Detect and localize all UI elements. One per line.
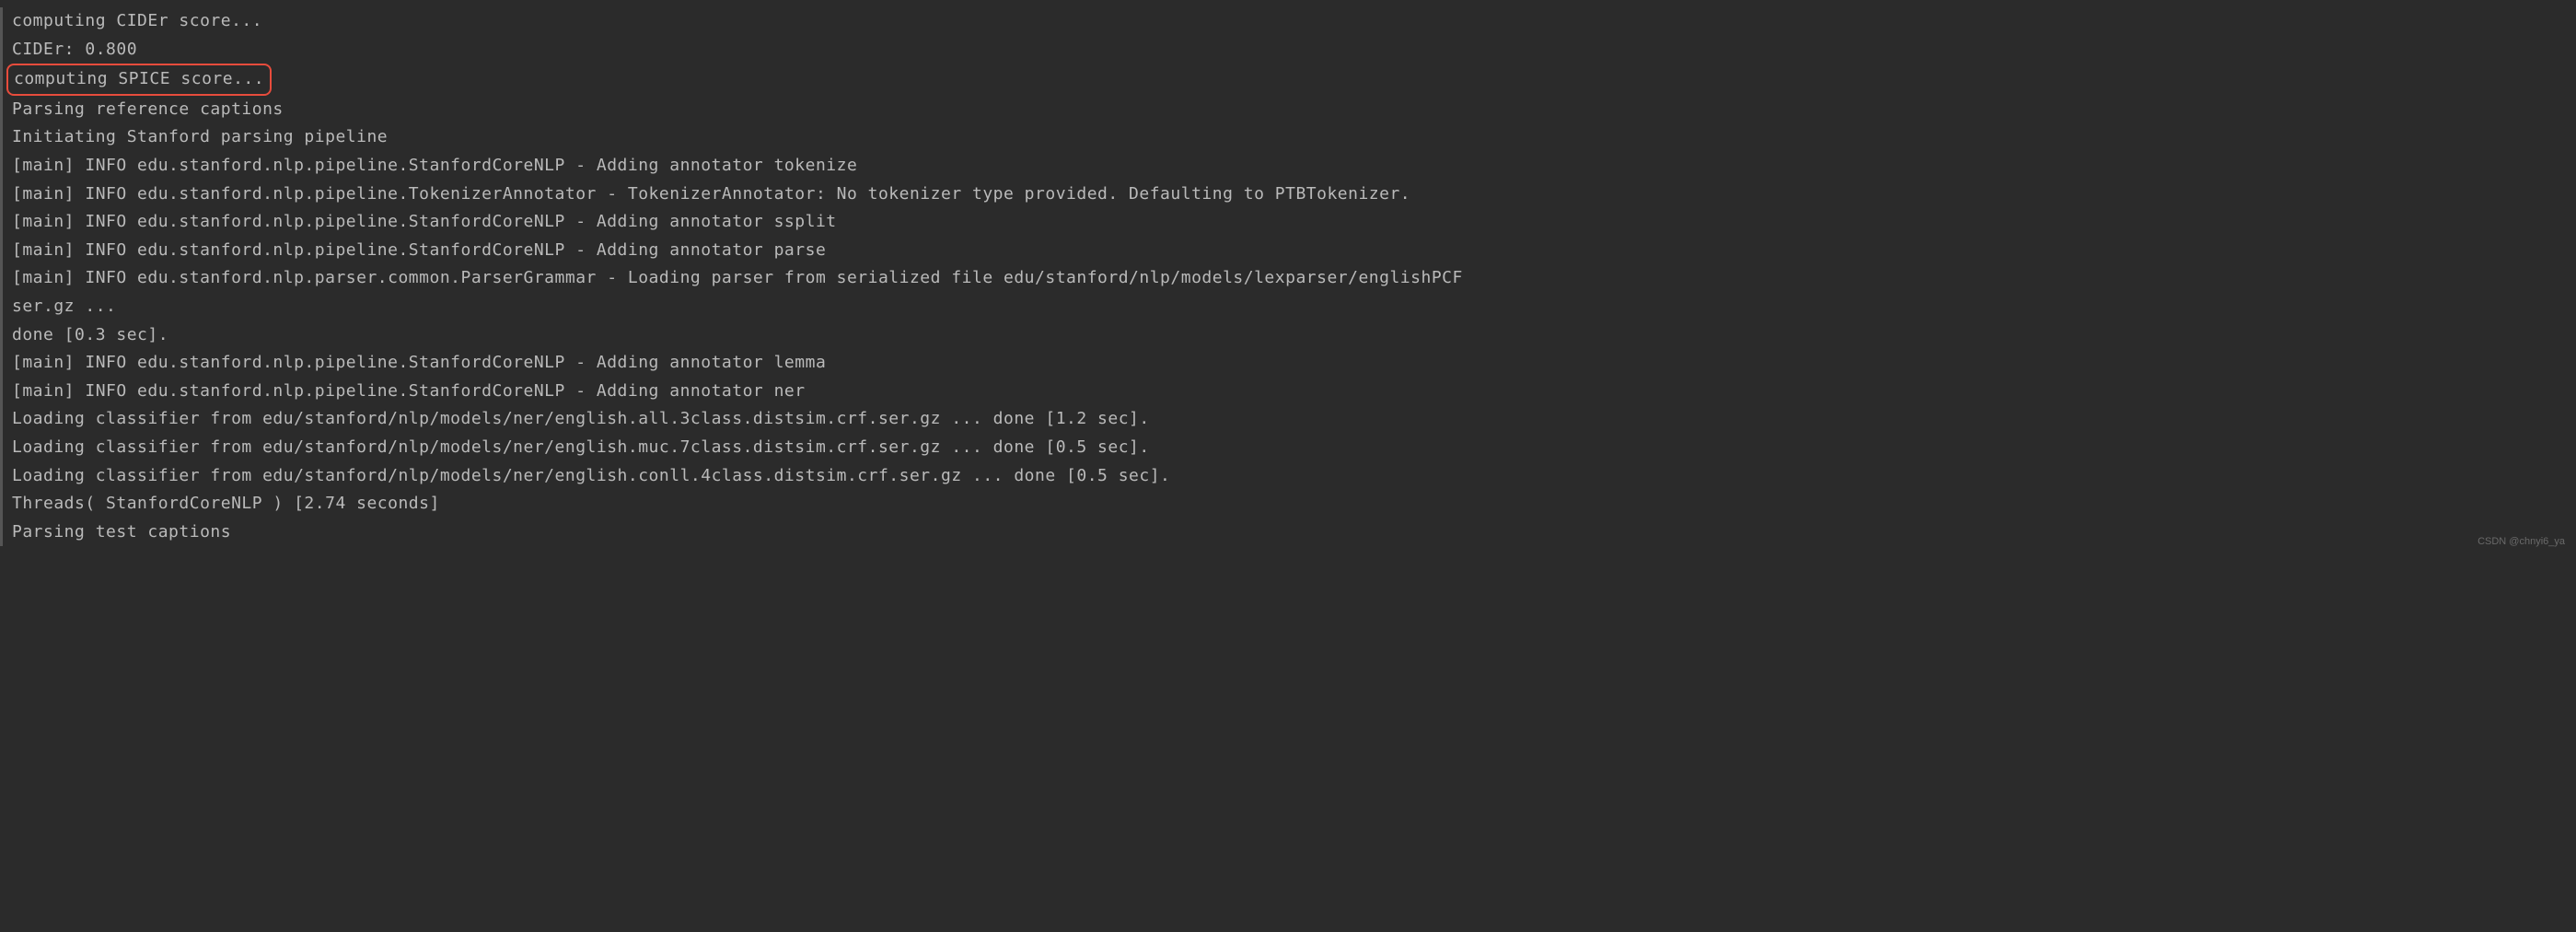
terminal-line: [main] INFO edu.stanford.nlp.pipeline.St… — [12, 349, 2576, 378]
terminal-line: [main] INFO edu.stanford.nlp.pipeline.St… — [12, 152, 2576, 181]
terminal-line: computing SPICE score... — [12, 64, 2576, 96]
terminal-line: Loading classifier from edu/stanford/nlp… — [12, 462, 2576, 491]
terminal-line: CIDEr: 0.800 — [12, 36, 2576, 64]
terminal-line: Parsing reference captions — [12, 96, 2576, 124]
terminal-line: [main] INFO edu.stanford.nlp.pipeline.To… — [12, 181, 2576, 209]
terminal-line: computing CIDEr score... — [12, 7, 2576, 36]
terminal-line: Initiating Stanford parsing pipeline — [12, 123, 2576, 152]
highlighted-line: computing SPICE score... — [6, 64, 272, 96]
terminal-line: Loading classifier from edu/stanford/nlp… — [12, 434, 2576, 462]
terminal-line: Loading classifier from edu/stanford/nlp… — [12, 405, 2576, 434]
terminal-line: ser.gz ... — [12, 293, 2576, 321]
terminal-line: [main] INFO edu.stanford.nlp.parser.comm… — [12, 264, 2576, 293]
watermark-text: CSDN @chnyi6_ya — [2477, 533, 2565, 551]
terminal-output[interactable]: computing CIDEr score...CIDEr: 0.800comp… — [0, 7, 2576, 546]
terminal-line: Threads( StanfordCoreNLP ) [2.74 seconds… — [12, 490, 2576, 518]
terminal-line: done [0.3 sec]. — [12, 321, 2576, 350]
terminal-line: Parsing test captions — [12, 518, 2576, 547]
terminal-line: [main] INFO edu.stanford.nlp.pipeline.St… — [12, 208, 2576, 237]
terminal-line: [main] INFO edu.stanford.nlp.pipeline.St… — [12, 378, 2576, 406]
terminal-line: [main] INFO edu.stanford.nlp.pipeline.St… — [12, 237, 2576, 265]
